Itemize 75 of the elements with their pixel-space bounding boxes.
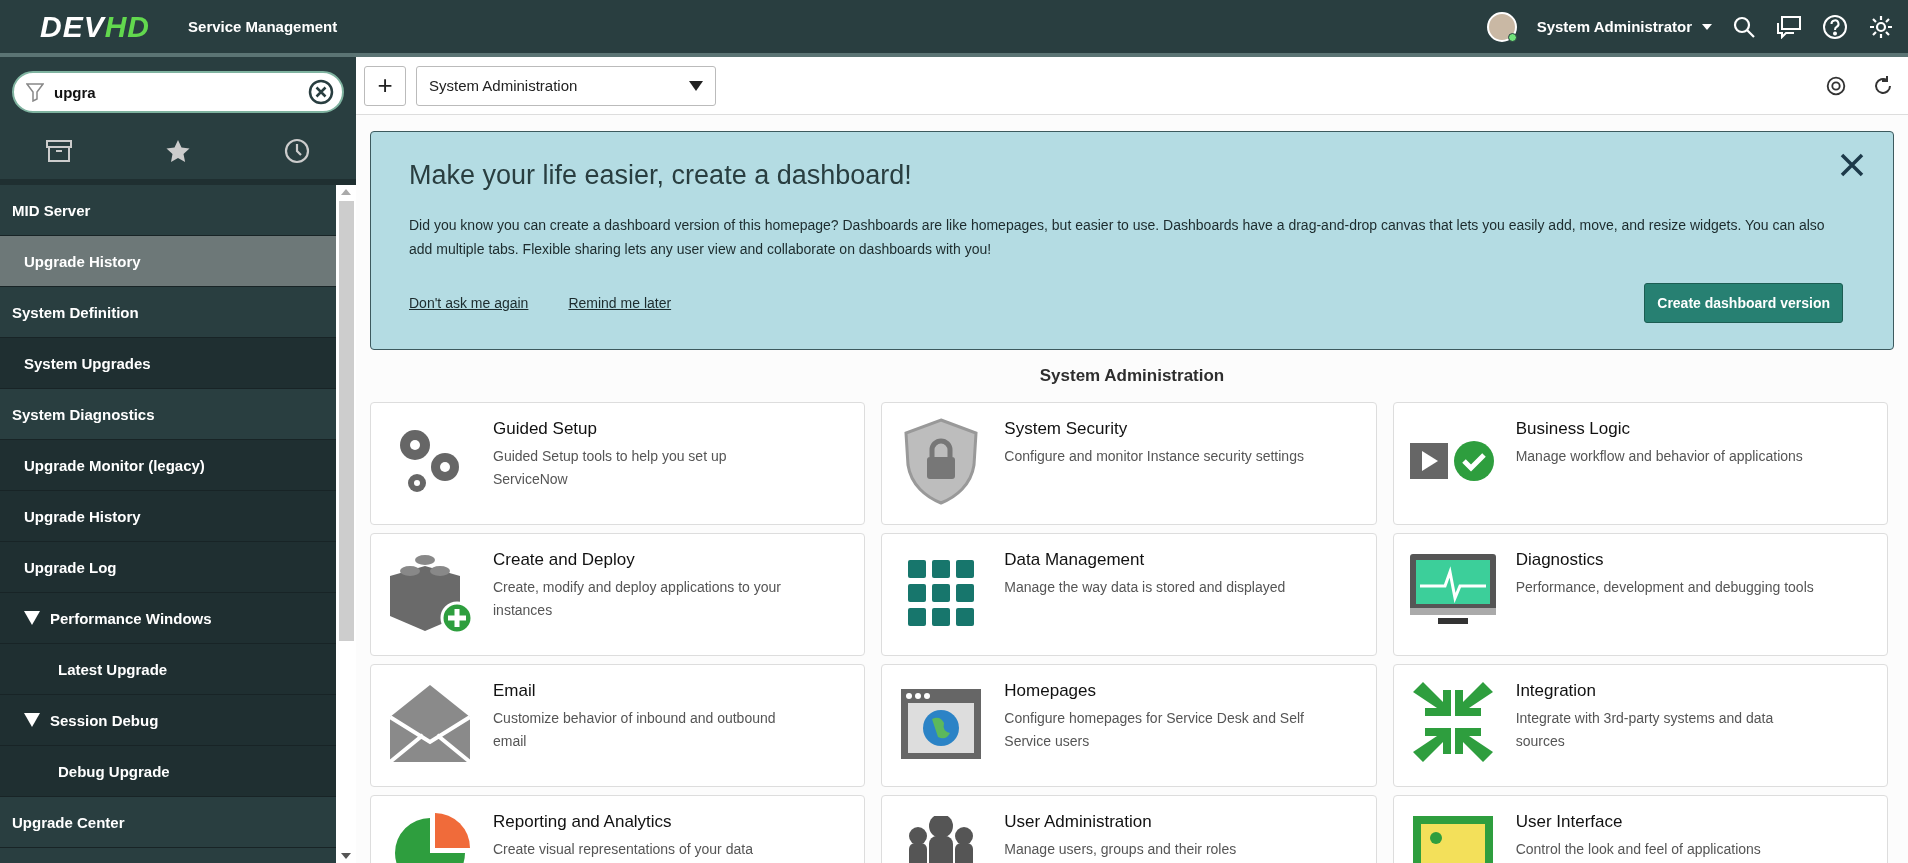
category-card[interactable]: Reporting and Analytics Create visual representations of your data: [370, 795, 866, 863]
banner-link[interactable]: Remind me later: [568, 295, 672, 311]
clock-icon[interactable]: [283, 138, 310, 164]
scrollbar[interactable]: [336, 185, 356, 863]
category-card[interactable]: Integration Integrate with 3rd-party systems and data sources: [1392, 664, 1888, 787]
card-title: Create and Deploy: [493, 550, 636, 570]
category-card[interactable]: Email Customize behavior of inbound and outbound email: [370, 664, 866, 787]
module-item[interactable]: System Upgrades: [0, 338, 336, 389]
banner-title: Make your life easier, create a dashboard!: [409, 160, 913, 191]
card-title: Reporting and Analytics: [493, 812, 673, 832]
module-item[interactable]: Upgrade History: [0, 491, 336, 542]
caret-icon: [1702, 23, 1712, 30]
close-icon[interactable]: [1839, 152, 1865, 178]
card-description: Customize behavior of inbound and outbound email: [493, 709, 777, 751]
homepage-dropdown[interactable]: System Administration: [416, 65, 716, 106]
card-title: Guided Setup: [493, 419, 598, 439]
refresh-icon[interactable]: [1872, 74, 1894, 97]
card-description: Control the look and feel of applications: [1515, 840, 1761, 859]
module-item[interactable]: Upgrade Log: [0, 542, 336, 593]
category-card[interactable]: User Administration Manage users, groups and their roles: [881, 795, 1377, 863]
add-button[interactable]: +: [364, 65, 406, 106]
search-icon[interactable]: [1732, 14, 1756, 39]
module-item[interactable]: Session Debug: [0, 695, 336, 746]
card-description: Guided Setup tools to help you set up ServiceNow: [493, 447, 728, 489]
presence-dot: [1507, 32, 1517, 42]
card-title: Homepages: [1004, 681, 1097, 701]
card-description: Manage workflow and behavior of applications: [1515, 447, 1803, 466]
card-description: Performance, development and debugging tools: [1515, 578, 1814, 597]
star-icon[interactable]: [165, 139, 191, 163]
section-title: System Administration: [1038, 366, 1226, 386]
archive-icon[interactable]: [46, 139, 73, 163]
user-menu[interactable]: System Administrator: [1536, 18, 1712, 35]
card-title: User Interface: [1515, 812, 1624, 832]
card-title: Data Management: [1004, 550, 1146, 570]
card-title: Business Logic: [1515, 419, 1631, 439]
card-description: Integrate with 3rd-party systems and data sources: [1515, 709, 1775, 751]
category-card[interactable]: Data Management Manage the way data is stored and displayed: [881, 533, 1377, 656]
logo[interactable]: DEVHD: [40, 9, 151, 44]
clear-icon[interactable]: [308, 79, 334, 105]
card-description: Configure homepages for Service Desk and Self Service users: [1004, 709, 1305, 751]
module-item[interactable]: Upgrade Monitor (legacy): [0, 440, 336, 491]
card-description: Manage the way data is stored and displayed: [1004, 578, 1286, 597]
product-name: Service Management: [188, 18, 339, 35]
help-icon[interactable]: [1822, 13, 1848, 40]
module-item[interactable]: Debug Upgrade: [0, 746, 336, 797]
category-card[interactable]: Guided Setup Guided Setup tools to help you set up ServiceNow: [370, 402, 866, 525]
caret-icon: [689, 80, 703, 91]
category-card[interactable]: Homepages Configure homepages for Service Desk and Self Service users: [881, 664, 1377, 787]
picture-frame-icon: [1412, 816, 1493, 863]
module-item[interactable]: Performance Windows: [0, 593, 336, 644]
category-card[interactable]: Business Logic Manage workflow and behavior of applications: [1392, 402, 1888, 525]
card-title: System Security: [1004, 419, 1129, 439]
card-title: Email: [493, 681, 537, 701]
card-title: User Administration: [1004, 812, 1153, 832]
card-description: Manage users, groups and their roles: [1004, 840, 1237, 859]
triangle-down-icon: [24, 611, 40, 625]
module-item[interactable]: Latest Upgrade: [0, 644, 336, 695]
chat-icon[interactable]: [1776, 14, 1802, 39]
triangle-down-icon: [24, 713, 40, 727]
banner-text: Did you know you can create a dashboard version of this homepage? Dashboards are like homepages, but easier to use. Dashboards have a drag-and-drop canvas that lets you easily add, move, and resize widgets. You can also add multiple tabs. Flexible sharing lets any user view and collaborate on dashboards with you!: [409, 216, 1826, 259]
card-description: Create visual representations of your data: [493, 840, 753, 859]
category-card[interactable]: Diagnostics Performance, development and debugging tools: [1392, 533, 1888, 656]
category-card[interactable]: Create and Deploy Create, modify and deploy applications to your instances: [370, 533, 866, 656]
banner-link[interactable]: Don't ask me again: [409, 295, 529, 311]
filter-icon: [26, 82, 44, 102]
category-card[interactable]: User Interface Control the look and feel of applications: [1392, 795, 1888, 863]
card-title: Integration: [1515, 681, 1597, 701]
card-description: Create, modify and deploy applications to your instances: [493, 578, 782, 620]
category-card[interactable]: System Security Configure and monitor Instance security settings: [881, 402, 1377, 525]
card-title: Diagnostics: [1515, 550, 1605, 570]
create-dashboard-button[interactable]: Create dashboard version: [1644, 283, 1843, 323]
card-description: Configure and monitor Instance security settings: [1004, 447, 1304, 466]
filter-field[interactable]: upgra: [12, 71, 344, 113]
module-item[interactable]: Upgrade History: [0, 236, 336, 287]
scroll-down-icon[interactable]: [341, 853, 351, 859]
